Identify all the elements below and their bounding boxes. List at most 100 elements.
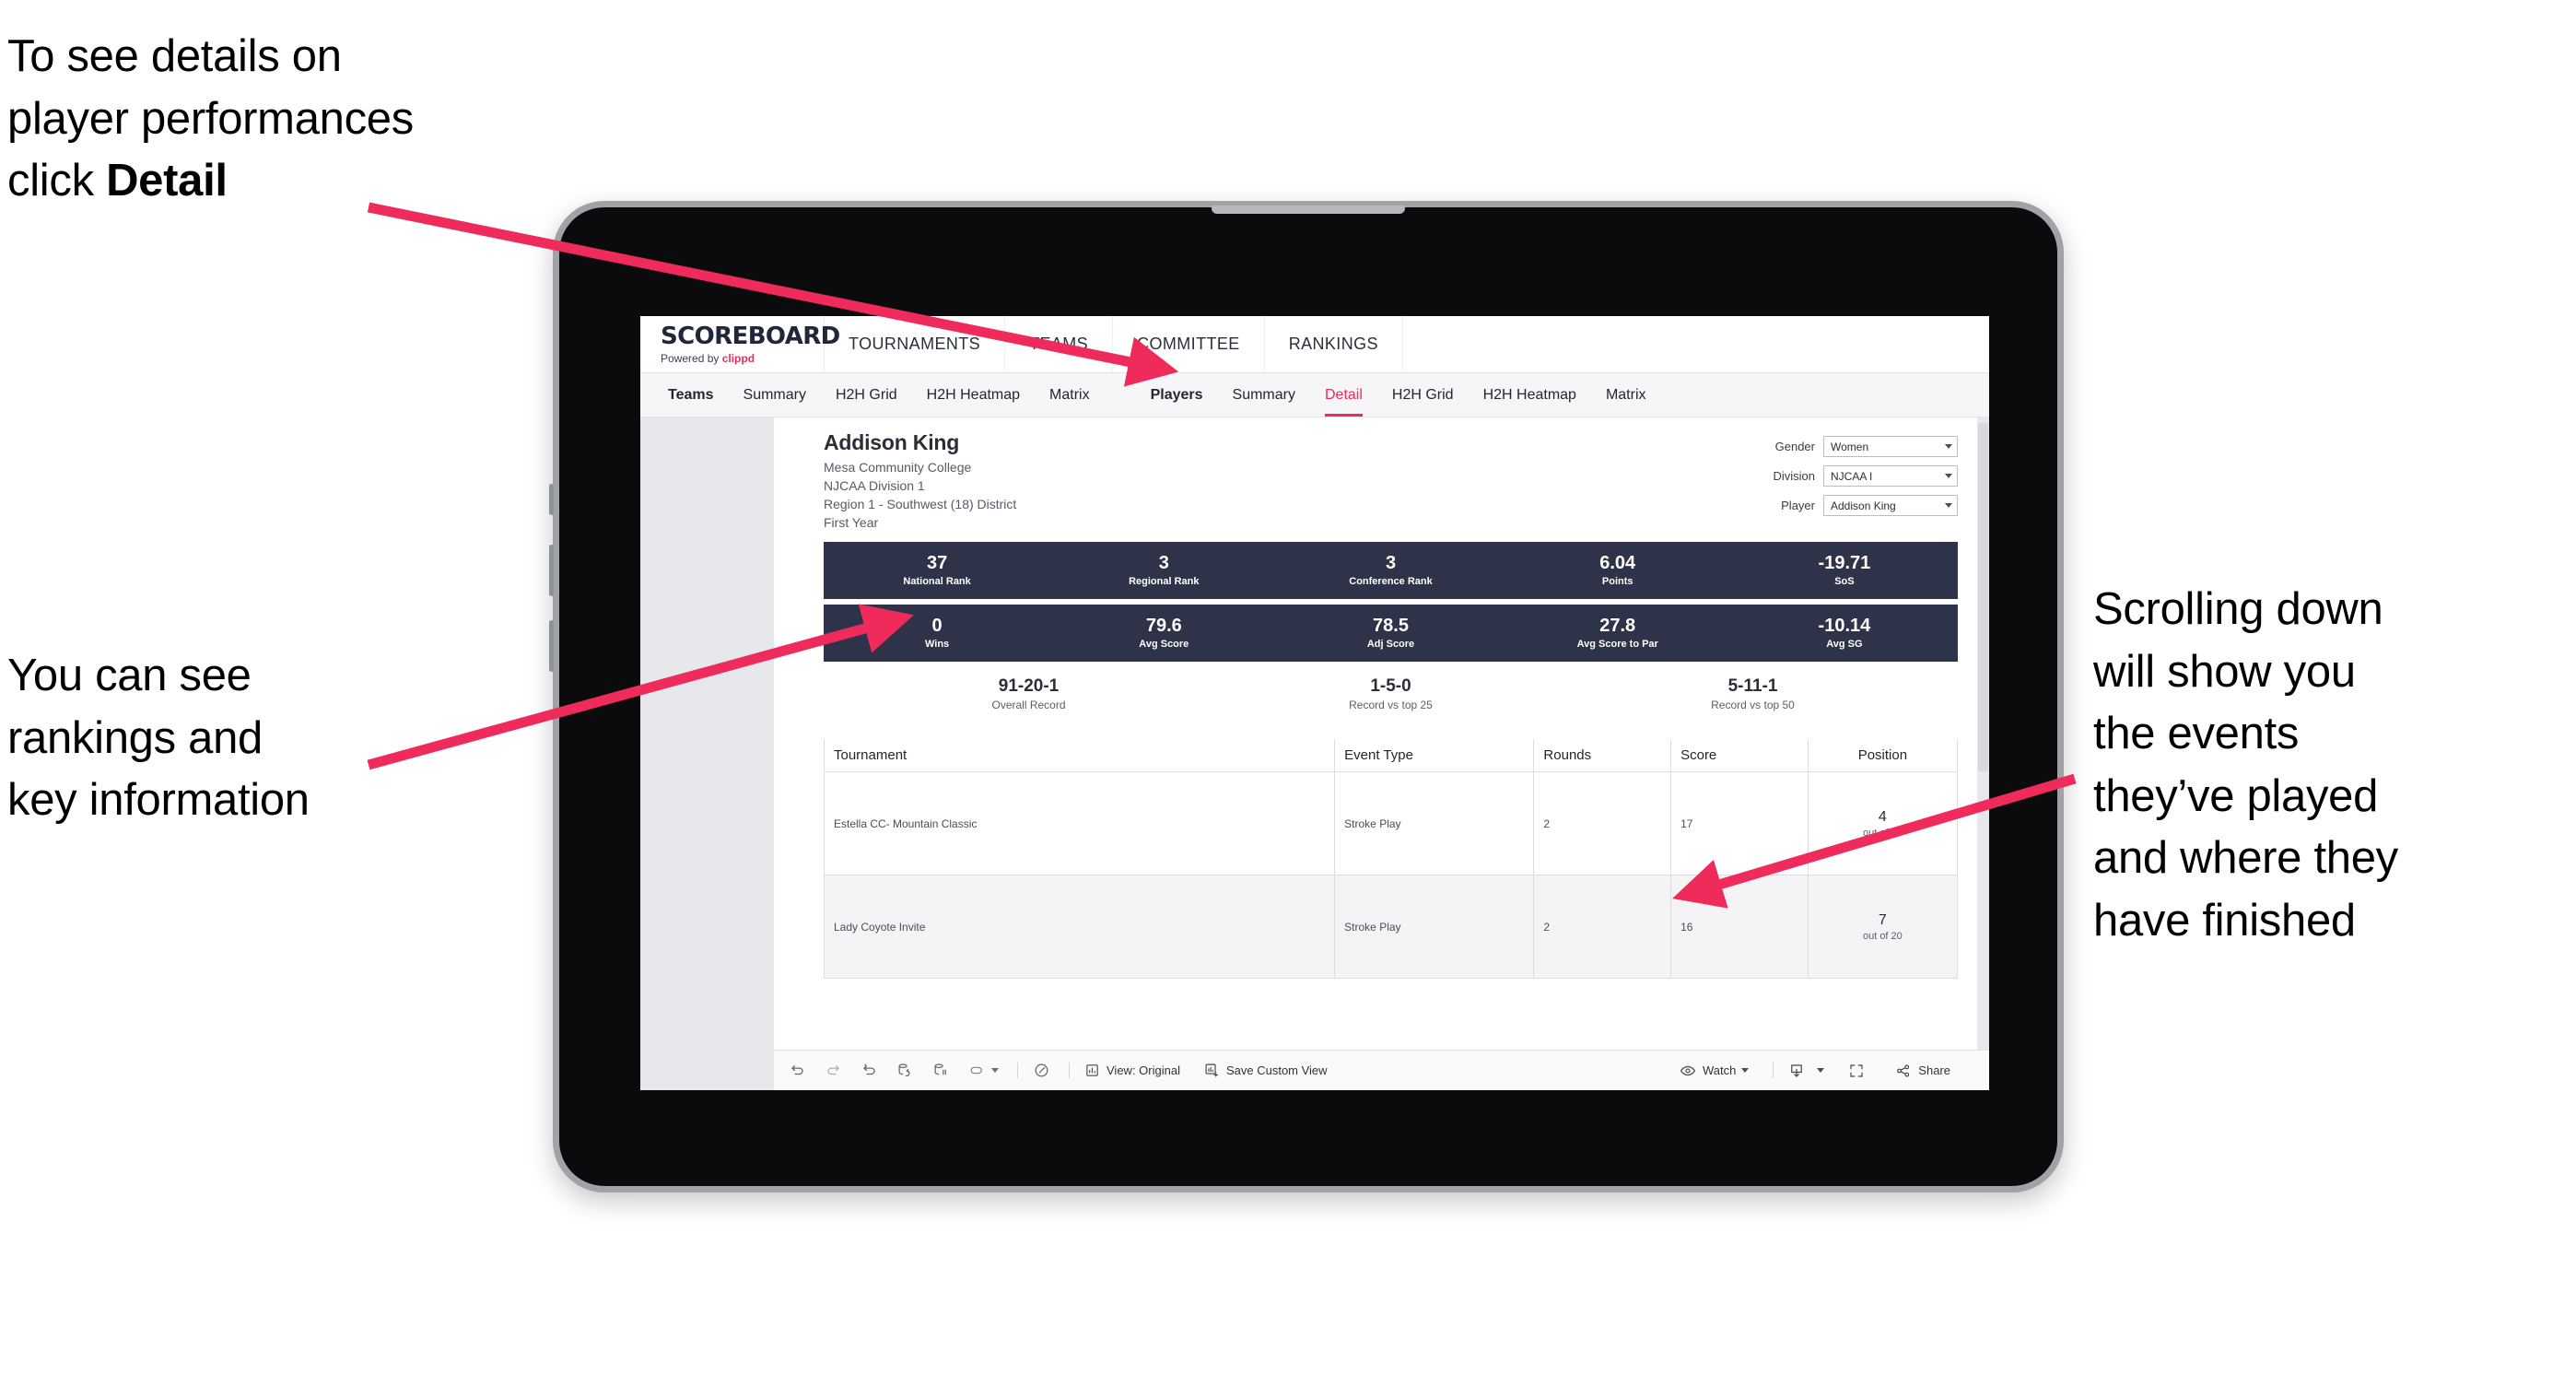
position-value: 4 bbox=[1878, 809, 1887, 826]
kpi-wins: 0 Wins bbox=[824, 616, 1050, 650]
app-header: SCOREBOARD Powered by clippd TOURNAMENTS… bbox=[640, 316, 1989, 373]
kpi-value: -19.71 bbox=[1818, 553, 1871, 573]
view-original-label: View: Original bbox=[1107, 1063, 1180, 1077]
share-button[interactable]: Share bbox=[1895, 1063, 1950, 1079]
filter-division-select[interactable]: NJCAA I bbox=[1823, 465, 1958, 487]
scrollbar-thumb[interactable] bbox=[1978, 423, 1988, 771]
undo-icon[interactable] bbox=[789, 1062, 806, 1079]
download-button[interactable] bbox=[1788, 1063, 1825, 1079]
nav-item-committee[interactable]: COMMITTEE bbox=[1113, 316, 1265, 372]
redo-icon[interactable] bbox=[825, 1062, 842, 1079]
annotation-line: click Detail bbox=[7, 150, 597, 213]
filter-division-value: NJCAA I bbox=[1831, 469, 1873, 483]
fullscreen-button[interactable] bbox=[1848, 1063, 1871, 1079]
tablet-screen: SCOREBOARD Powered by clippd TOURNAMENTS… bbox=[640, 316, 1989, 1090]
sheet-content: Addison King Mesa Community College NJCA… bbox=[774, 430, 1989, 711]
refresh-data-icon[interactable] bbox=[896, 1062, 914, 1079]
kpi-value: 79.6 bbox=[1145, 616, 1182, 636]
tab-players-summary[interactable]: Summary bbox=[1218, 373, 1310, 417]
pause-auto-updates-icon[interactable] bbox=[932, 1062, 950, 1079]
kpi-label: Adj Score bbox=[1366, 639, 1415, 650]
highlight-icon[interactable] bbox=[968, 1062, 999, 1079]
chevron-down-icon[interactable] bbox=[1741, 1068, 1750, 1073]
position-field-size: out of 20 bbox=[1862, 828, 1903, 840]
filter-gender-label: Gender bbox=[1774, 440, 1815, 453]
annotation-line: player performances bbox=[7, 93, 414, 144]
kpi-label: SoS bbox=[1834, 576, 1855, 587]
view-original-button[interactable]: View: Original bbox=[1084, 1063, 1180, 1078]
kpi-sos: -19.71 SoS bbox=[1731, 553, 1958, 587]
tab-players-matrix[interactable]: Matrix bbox=[1591, 373, 1661, 417]
kpi-value: 27.8 bbox=[1599, 616, 1636, 636]
kpi-label: National Rank bbox=[903, 576, 971, 587]
revert-icon[interactable] bbox=[861, 1062, 878, 1079]
tablet-device-frame: SCOREBOARD Powered by clippd TOURNAMENTS… bbox=[549, 201, 2064, 1192]
share-label: Share bbox=[1918, 1063, 1950, 1077]
tab-players[interactable]: Players bbox=[1136, 373, 1218, 417]
record-strip: 91-20-1 Overall Record 1-5-0 Record vs t… bbox=[824, 676, 1958, 712]
filter-gender: Gender Women bbox=[1755, 436, 1958, 457]
annotation-line: To see details on bbox=[7, 31, 342, 81]
dashboard-canvas: Addison King Mesa Community College NJCA… bbox=[640, 417, 1989, 1090]
tab-players-h2h-heatmap[interactable]: H2H Heatmap bbox=[1469, 373, 1591, 417]
nav-item-tournaments[interactable]: TOURNAMENTS bbox=[825, 316, 1006, 372]
col-header-event-type[interactable]: Event Type bbox=[1334, 739, 1535, 773]
filter-gender-select[interactable]: Women bbox=[1823, 436, 1958, 457]
cell-score: 16 bbox=[1670, 875, 1809, 980]
nav-item-rankings[interactable]: RANKINGS bbox=[1265, 316, 1403, 372]
filter-gender-value: Women bbox=[1831, 440, 1869, 453]
cell-position: 7 out of 20 bbox=[1807, 875, 1959, 980]
annotation-line: Scrolling down bbox=[2093, 584, 2383, 634]
chevron-down-icon[interactable] bbox=[991, 1068, 999, 1073]
logo-tagline-prefix: Powered by bbox=[661, 351, 722, 365]
tab-teams-summary[interactable]: Summary bbox=[729, 373, 821, 417]
clear-filters-icon[interactable] bbox=[1033, 1062, 1050, 1079]
watch-button[interactable]: Watch bbox=[1680, 1063, 1750, 1079]
primary-nav: TOURNAMENTS TEAMS COMMITTEE RANKINGS bbox=[825, 316, 1403, 372]
kpi-national-rank: 37 National Rank bbox=[824, 553, 1050, 587]
col-header-tournament[interactable]: Tournament bbox=[823, 739, 1336, 773]
annotation-scrolling: Scrolling down will show you the events … bbox=[2093, 579, 2554, 953]
nav-item-teams[interactable]: TEAMS bbox=[1005, 316, 1114, 372]
kpi-label: Avg Score to Par bbox=[1576, 639, 1658, 650]
vertical-scrollbar[interactable] bbox=[1977, 417, 1989, 1090]
cell-event-type: Stroke Play bbox=[1334, 771, 1535, 876]
table-row[interactable]: Lady Coyote Invite Stroke Play 2 16 7 ou… bbox=[823, 875, 1959, 980]
record-vs-top-25: 1-5-0 Record vs top 25 bbox=[1210, 676, 1572, 712]
kpi-points: 6.04 Points bbox=[1505, 553, 1731, 587]
chevron-down-icon bbox=[1945, 444, 1952, 449]
col-header-position[interactable]: Position bbox=[1807, 739, 1959, 773]
player-division: NJCAA Division 1 bbox=[824, 477, 925, 493]
tab-teams-h2h-grid[interactable]: H2H Grid bbox=[821, 373, 912, 417]
annotation-line: the events bbox=[2093, 709, 2300, 759]
app-logo[interactable]: SCOREBOARD Powered by clippd bbox=[640, 316, 840, 372]
filter-division: Division NJCAA I bbox=[1755, 465, 1958, 487]
record-value: 5-11-1 bbox=[1727, 675, 1778, 696]
table-row[interactable]: Estella CC- Mountain Classic Stroke Play… bbox=[823, 771, 1959, 876]
kpi-label: Avg SG bbox=[1826, 639, 1863, 650]
annotation-rankings: You can see rankings and key information bbox=[7, 645, 523, 832]
tournament-results-table: Tournament Event Type Rounds Score Posit… bbox=[823, 739, 1959, 980]
secondary-tab-bar: Teams Summary H2H Grid H2H Heatmap Matri… bbox=[640, 373, 1989, 417]
filter-player-select[interactable]: Addison King bbox=[1823, 495, 1958, 516]
tab-teams-h2h-heatmap[interactable]: H2H Heatmap bbox=[912, 373, 1035, 417]
chevron-down-icon[interactable] bbox=[1817, 1068, 1825, 1073]
col-header-score[interactable]: Score bbox=[1670, 739, 1809, 773]
tab-teams-matrix[interactable]: Matrix bbox=[1035, 373, 1105, 417]
record-label: Record vs top 50 bbox=[1711, 699, 1795, 712]
tab-players-h2h-grid[interactable]: H2H Grid bbox=[1377, 373, 1469, 417]
kpi-value: 3 bbox=[1158, 553, 1169, 573]
player-school: Mesa Community College bbox=[824, 460, 972, 475]
col-header-rounds[interactable]: Rounds bbox=[1533, 739, 1672, 773]
players-tab-group: Players Summary Detail H2H Grid H2H Heat… bbox=[1136, 373, 1661, 417]
position-value: 7 bbox=[1878, 912, 1887, 929]
cell-rounds: 2 bbox=[1533, 875, 1672, 980]
tab-players-detail[interactable]: Detail bbox=[1310, 373, 1377, 417]
tab-teams[interactable]: Teams bbox=[653, 373, 729, 417]
kpi-label: Points bbox=[1601, 576, 1633, 587]
kpi-conference-rank: 3 Conference Rank bbox=[1277, 553, 1504, 587]
kpi-adj-score: 78.5 Adj Score bbox=[1277, 616, 1504, 650]
toolbar-divider bbox=[1069, 1063, 1070, 1078]
save-custom-view-button[interactable]: Save Custom View bbox=[1204, 1063, 1328, 1078]
kpi-label: Conference Rank bbox=[1349, 576, 1433, 587]
